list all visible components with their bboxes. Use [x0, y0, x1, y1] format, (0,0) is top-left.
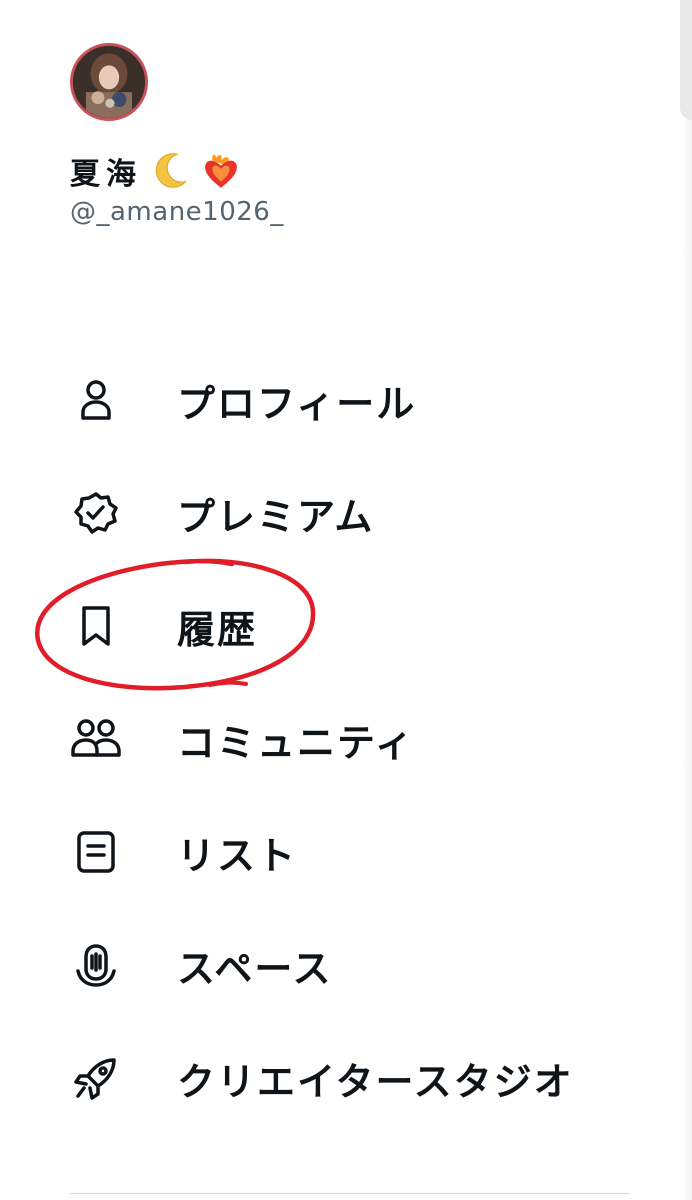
heart-on-fire-emoji: [205, 154, 237, 188]
menu-item-lists[interactable]: リスト: [0, 797, 640, 907]
display-name: 夏海: [70, 148, 242, 194]
menu-item-premium[interactable]: プレミアム: [0, 458, 640, 568]
crescent-moon-emoji: [155, 153, 188, 188]
menu-item-spaces[interactable]: スペース: [0, 910, 640, 1020]
menu-item-label: 履歴: [177, 607, 258, 652]
people-icon: [70, 713, 122, 765]
rocket-icon: [70, 1052, 122, 1104]
menu-item-label: コミュニティ: [177, 720, 415, 765]
display-name-text: 夏海: [70, 157, 142, 192]
list-icon: [70, 826, 122, 878]
menu-item-profile[interactable]: プロフィール: [0, 345, 640, 455]
menu-item-history[interactable]: 履歴: [0, 571, 640, 681]
avatar[interactable]: [70, 43, 148, 121]
user-handle: @_amane1026_: [70, 197, 284, 227]
menu-item-creator-studio[interactable]: クリエイタースタジオ: [0, 1023, 640, 1133]
person-icon: [70, 374, 122, 426]
menu-divider: [70, 1193, 630, 1194]
avatar-photo: [73, 46, 145, 118]
menu-item-communities[interactable]: コミュニティ: [0, 684, 640, 794]
menu-item-label: プレミアム: [177, 494, 375, 539]
verified-badge-icon: [70, 487, 122, 539]
menu-item-label: スペース: [177, 946, 333, 991]
menu-item-label: クリエイタースタジオ: [177, 1059, 574, 1104]
adjacent-panel-corner: [680, 0, 692, 120]
menu-item-label: プロフィール: [177, 381, 417, 426]
menu-item-label: リスト: [177, 833, 298, 878]
bookmark-icon: [70, 600, 122, 652]
adjacent-panel-edge: [682, 0, 692, 1200]
spaces-icon: [70, 939, 122, 991]
